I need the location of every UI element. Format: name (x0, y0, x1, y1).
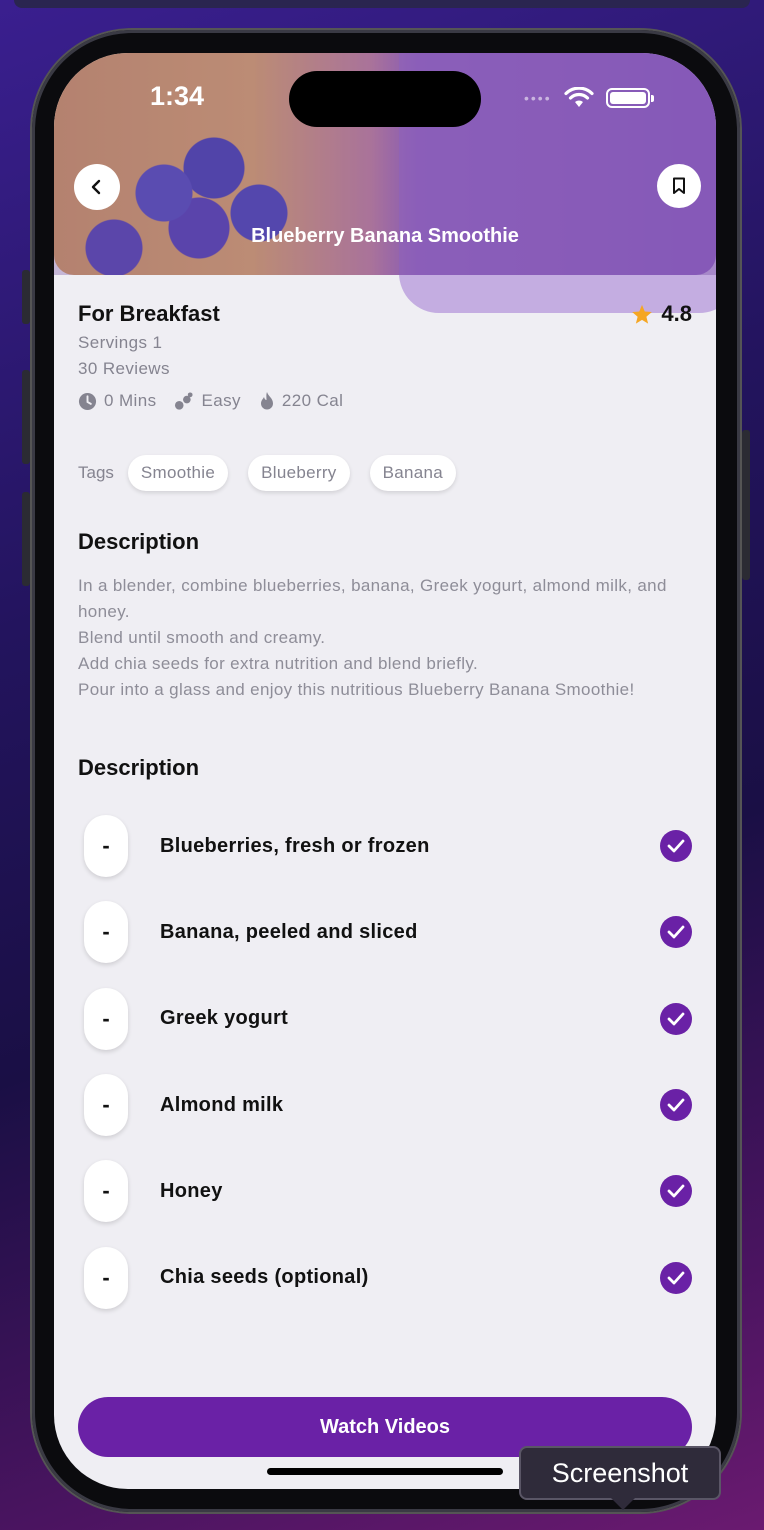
remove-ingredient-button[interactable]: - (84, 987, 128, 1050)
chevron-left-icon (91, 179, 101, 195)
meal-type: For Breakfast (78, 301, 220, 326)
remove-ingredient-button[interactable]: - (84, 815, 128, 878)
description-text: In a blender, combine blueberries, banan… (78, 576, 667, 699)
screenshot-tooltip: Screenshot (519, 1446, 721, 1510)
remove-ingredient-button[interactable]: - (84, 1246, 128, 1309)
ingredients-list: - Blueberries, fresh or frozen - Banana,… (78, 803, 692, 1321)
check-icon[interactable] (660, 1089, 692, 1122)
volume-up-button (22, 370, 30, 464)
home-indicator[interactable] (267, 1468, 503, 1475)
tag-chip[interactable]: Smoothie (127, 455, 229, 491)
recipe-details: For Breakfast 4.8 Servings 1 30 Reviews … (78, 275, 692, 1321)
flame-icon (260, 392, 273, 410)
action-button (22, 270, 30, 324)
ingredient-name: Chia seeds (optional) (160, 1266, 369, 1289)
app-screen: 1:34 •••• Blueberry Banana Smoothie For … (54, 53, 716, 1489)
clock-icon (78, 392, 97, 410)
ingredient-row: - Banana, peeled and sliced (78, 889, 692, 975)
check-icon[interactable] (660, 916, 692, 949)
ingredient-row: - Chia seeds (optional) (78, 1234, 692, 1320)
window-top-strip (14, 0, 750, 8)
time-stat: 0 Mins (78, 391, 156, 411)
star-icon (632, 304, 653, 324)
remove-ingredient-button[interactable]: - (84, 1074, 128, 1137)
difficulty-icon (175, 391, 194, 410)
check-icon[interactable] (660, 830, 692, 863)
difficulty-stat: Easy (174, 391, 240, 411)
check-icon[interactable] (660, 1002, 692, 1035)
ingredient-name: Almond milk (160, 1093, 284, 1116)
status-icons: •••• (524, 87, 654, 109)
bookmark-button[interactable] (657, 164, 701, 208)
ingredient-name: Honey (160, 1179, 223, 1202)
check-icon[interactable] (660, 1261, 692, 1294)
tag-chip[interactable]: Blueberry (248, 455, 350, 491)
calories-stat: 220 Cal (259, 391, 343, 411)
tags-label: Tags (78, 463, 114, 482)
tag-chip[interactable]: Banana (369, 455, 457, 491)
rating-value: 4.8 (661, 301, 692, 326)
ingredient-row: - Blueberries, fresh or frozen (78, 803, 692, 889)
check-icon[interactable] (660, 1175, 692, 1208)
rating: 4.8 (631, 301, 692, 327)
ingredient-name: Greek yogurt (160, 1007, 289, 1030)
ingredient-name: Blueberries, fresh or frozen (160, 834, 430, 857)
bookmark-icon (673, 177, 685, 194)
ingredients-heading: Description (78, 755, 200, 780)
ingredient-name: Banana, peeled and sliced (160, 920, 418, 943)
battery-icon (605, 88, 654, 108)
recipe-title: Blueberry Banana Smoothie (251, 225, 519, 247)
cellular-dots-icon: •••• (524, 90, 552, 106)
tags-row: Tags Smoothie Blueberry Banana (78, 455, 692, 491)
description-heading: Description (78, 529, 200, 554)
reviews-count[interactable]: 30 Reviews (78, 359, 692, 379)
ingredient-row: - Greek yogurt (78, 976, 692, 1062)
wifi-icon (564, 87, 594, 107)
dynamic-island (289, 71, 481, 127)
ingredient-row: - Honey (78, 1148, 692, 1234)
ingredient-row: - Almond milk (78, 1062, 692, 1148)
status-time: 1:34 (150, 81, 205, 111)
remove-ingredient-button[interactable]: - (84, 1160, 128, 1223)
power-button (742, 430, 750, 580)
remove-ingredient-button[interactable]: - (84, 901, 128, 964)
back-button[interactable] (74, 164, 120, 210)
servings: Servings 1 (78, 333, 163, 352)
volume-down-button (22, 492, 30, 586)
recipe-stats: 0 Mins Easy 220 Cal (78, 391, 692, 411)
